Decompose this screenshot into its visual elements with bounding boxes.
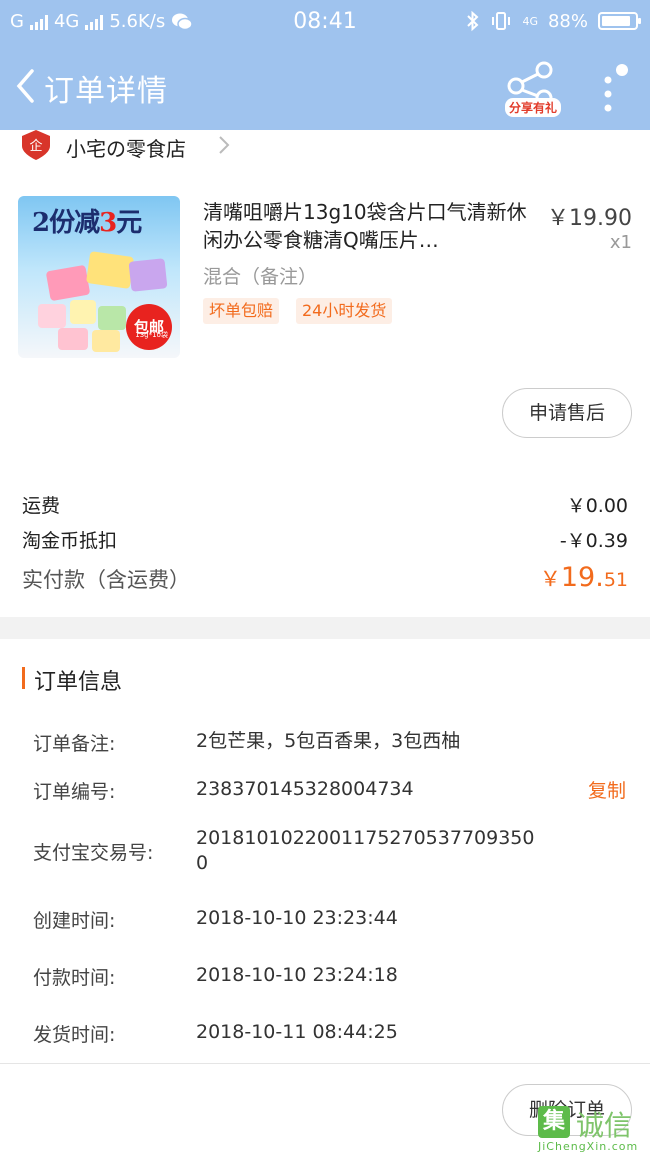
created-time-label: 创建时间: — [33, 910, 116, 932]
mini-network-label: 4G — [522, 14, 538, 28]
alipay-label: 支付宝交易号: — [33, 842, 154, 864]
order-info-title: 订单信息 — [34, 670, 123, 695]
vibrate-icon — [492, 12, 511, 30]
order-note-value: 2包芒果，5包百香果，3包西柚 — [196, 730, 461, 752]
badge-subtext: 13g*10袋 — [135, 331, 168, 339]
product-variant: 混合（备注） — [203, 266, 318, 288]
bluetooth-icon — [467, 10, 479, 32]
shipped-time-value: 2018-10-11 08:44:25 — [196, 1021, 398, 1043]
promo-text: 2份减3元 — [32, 208, 142, 238]
product-quantity: x1 — [609, 232, 632, 253]
order-note-label: 订单备注: — [33, 733, 116, 755]
header: G 4G 5.6K/s 08:41 4G 88% 订单详情 分享有礼 — [0, 0, 650, 130]
after-sale-button[interactable]: 申请售后 — [502, 388, 632, 438]
store-badge-icon: 企 — [22, 130, 50, 160]
coin-label: 淘金币抵扣 — [22, 530, 118, 552]
shipping-value: ￥0.00 — [566, 495, 628, 517]
store-row[interactable]: 企 小宅の零食店 — [0, 130, 650, 170]
svg-text:企: 企 — [29, 138, 42, 154]
coin-value: -￥0.39 — [559, 530, 628, 552]
payment-time-label: 付款时间: — [33, 967, 116, 989]
more-icon[interactable] — [600, 62, 630, 112]
tag-damage-compensation: 坏单包赔 — [203, 298, 280, 324]
store-name[interactable]: 小宅の零食店 — [66, 133, 186, 162]
watermark-logo: 集 诚信 JiChengXin.com — [532, 1104, 650, 1155]
battery-icon — [598, 12, 641, 30]
chevron-right-icon — [219, 136, 230, 154]
tag-24h-shipping: 24小时发货 — [296, 298, 393, 324]
created-time-value: 2018-10-10 23:23:44 — [196, 907, 398, 929]
shipping-row: 运费 ￥0.00 — [22, 491, 628, 518]
order-number-label: 订单编号: — [33, 781, 116, 803]
status-bar: G 4G 5.6K/s 08:41 4G 88% — [0, 0, 650, 44]
nav-bar: 订单详情 分享有礼 — [0, 44, 650, 130]
alipay-value-line1: 2018101022001175270537709350 — [196, 827, 535, 849]
shipping-label: 运费 — [22, 495, 61, 517]
watermark-text: 诚信 — [576, 1109, 633, 1142]
accent-bar — [22, 667, 25, 689]
section-divider — [0, 617, 650, 639]
status-right: 4G 88% — [466, 10, 641, 32]
paid-label: 实付款（含运费） — [22, 568, 190, 592]
paid-amount: ￥19.51 — [539, 562, 628, 593]
coin-deduction-row: 淘金币抵扣 -￥0.39 — [22, 526, 628, 553]
share-reward-label[interactable]: 分享有礼 — [505, 98, 562, 117]
product-image[interactable]: 2份减3元 包邮 13g*10袋 — [18, 196, 180, 358]
watermark-url: JiChengXin.com — [538, 1140, 639, 1153]
watermark-box: 集 — [538, 1106, 570, 1138]
order-number-value: 238370145328004734 — [196, 778, 414, 800]
alipay-value-line2: 0 — [196, 852, 209, 874]
bottom-divider — [0, 1063, 650, 1064]
shipped-time-label: 发货时间: — [33, 1024, 116, 1046]
copy-button[interactable]: 复制 — [588, 776, 626, 803]
free-shipping-badge: 包邮 — [126, 304, 172, 350]
battery-percent: 88% — [547, 10, 588, 32]
payment-time-value: 2018-10-10 23:24:18 — [196, 964, 398, 986]
product-title[interactable]: 清嘴咀嚼片13g10袋含片口气清新休闲办公零食糖清Q嘴压片… — [203, 198, 528, 254]
back-icon[interactable] — [12, 66, 42, 106]
product-price: ￥19.90 — [547, 206, 632, 231]
page-title: 订单详情 — [44, 74, 168, 109]
